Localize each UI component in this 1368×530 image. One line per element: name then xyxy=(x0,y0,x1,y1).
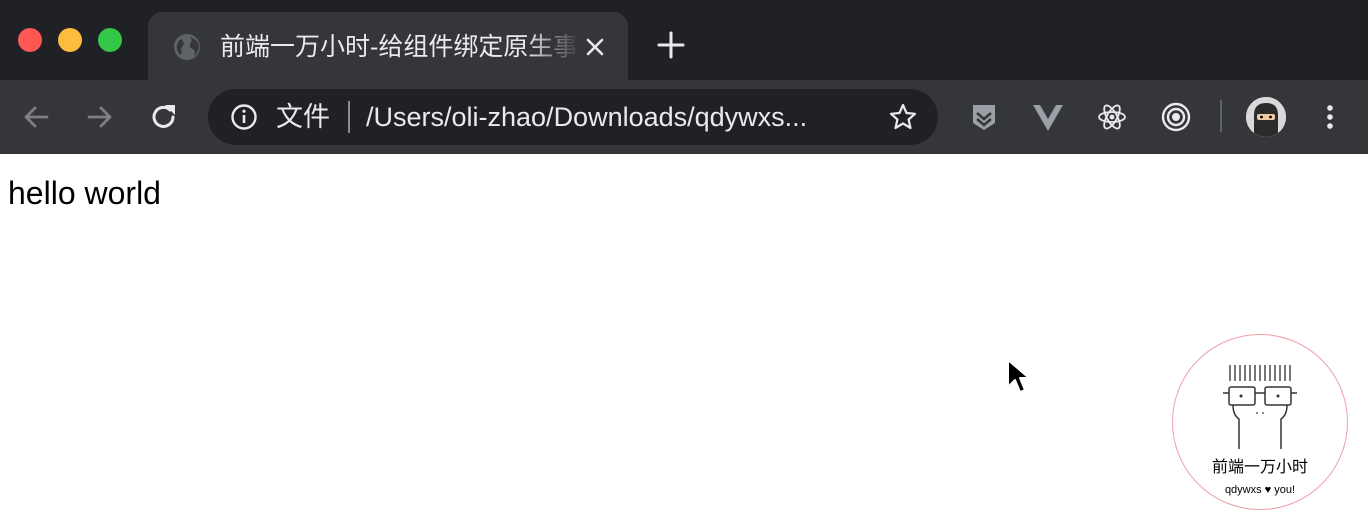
new-tab-icon[interactable] xyxy=(656,30,686,60)
page-body-text: hello world xyxy=(8,175,161,211)
bookmark-star-icon[interactable] xyxy=(888,102,918,132)
target-extension-icon[interactable] xyxy=(1160,101,1192,133)
browser-toolbar: 文件 /Users/oli-zhao/Downloads/qdywxs... xyxy=(0,80,1368,154)
toolbar-divider xyxy=(1220,100,1222,132)
profile-avatar-icon xyxy=(1246,97,1286,137)
watermark-badge: 前端一万小时 qdywxs ♥ you! xyxy=(1172,334,1348,510)
address-bar[interactable]: 文件 /Users/oli-zhao/Downloads/qdywxs... xyxy=(208,89,938,145)
info-icon[interactable] xyxy=(230,103,258,131)
back-arrow-icon[interactable] xyxy=(20,101,52,133)
window-close-button[interactable] xyxy=(18,28,42,52)
character-logo-icon xyxy=(1223,365,1297,449)
mouse-cursor-icon xyxy=(1007,359,1030,393)
react-devtools-icon[interactable] xyxy=(1096,101,1128,133)
url-text[interactable]: /Users/oli-zhao/Downloads/qdywxs... xyxy=(366,99,866,135)
url-scheme-label: 文件 xyxy=(276,102,330,132)
more-menu-icon[interactable] xyxy=(1314,101,1346,133)
window-zoom-button[interactable] xyxy=(98,28,122,52)
forward-arrow-icon[interactable] xyxy=(84,101,116,133)
browser-tab-active[interactable]: 前端一万小时-给组件绑定原生事 xyxy=(148,12,628,80)
tab-title: 前端一万小时-给组件绑定原生事 xyxy=(220,33,579,61)
reload-icon[interactable] xyxy=(148,101,180,133)
close-icon[interactable] xyxy=(582,34,608,60)
watermark-title: 前端一万小时 xyxy=(1211,459,1308,476)
window-minimize-button[interactable] xyxy=(58,28,82,52)
vue-devtools-icon[interactable] xyxy=(1032,101,1064,133)
globe-icon xyxy=(174,34,200,60)
browser-titlebar: 前端一万小时-给组件绑定原生事 xyxy=(0,0,1368,80)
profile-avatar[interactable] xyxy=(1246,97,1286,137)
watermark-subtitle: qdywxs ♥ you! xyxy=(1224,484,1296,496)
omnibox-divider xyxy=(348,101,350,133)
shield-extension-icon[interactable] xyxy=(968,101,1000,133)
